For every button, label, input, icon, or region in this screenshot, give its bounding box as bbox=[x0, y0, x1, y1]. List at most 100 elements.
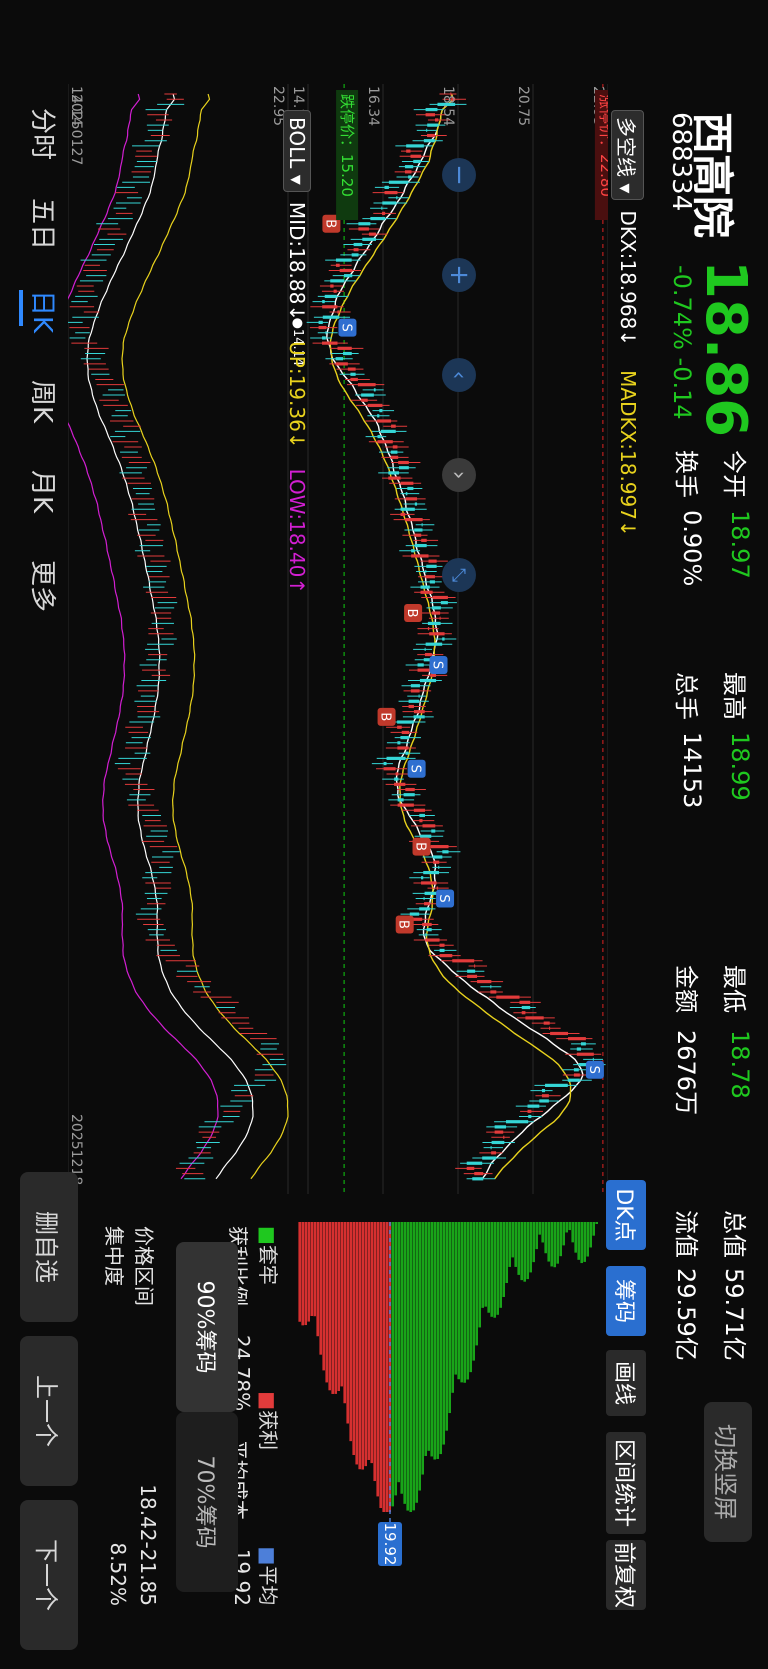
chip-bar-profit bbox=[304, 1222, 307, 1326]
tab-5day[interactable]: 五日 bbox=[26, 198, 63, 250]
tab-range-stats[interactable]: 区间统计 bbox=[606, 1432, 646, 1534]
indicator-selector[interactable]: 多空线 ▾ bbox=[611, 110, 645, 201]
price-tick-label: 16.34 bbox=[365, 86, 381, 126]
chip-bar-trapped bbox=[571, 1222, 574, 1243]
candle-body bbox=[576, 1052, 594, 1056]
collapse-icon: ⤡ bbox=[448, 567, 470, 583]
tab-chips[interactable]: 筹码 bbox=[606, 1266, 646, 1336]
candle-body bbox=[383, 767, 396, 771]
next-button[interactable]: 下一个 bbox=[20, 1500, 78, 1650]
candle-body bbox=[318, 325, 327, 330]
tab-more[interactable]: 更多 bbox=[26, 560, 63, 612]
candle-body bbox=[490, 1146, 492, 1150]
remove-watchlist-button[interactable]: 删自选 bbox=[20, 1172, 78, 1322]
tab-90-chips[interactable]: 90%筹码 bbox=[176, 1242, 238, 1412]
candle-body bbox=[347, 367, 356, 371]
chip-bar-trapped bbox=[484, 1222, 487, 1307]
candle-body bbox=[337, 346, 352, 350]
active-tab-indicator bbox=[19, 290, 23, 326]
zoom-out-button[interactable]: − bbox=[442, 158, 476, 192]
candle-body bbox=[423, 870, 440, 875]
candle-body bbox=[419, 819, 423, 823]
candle-body bbox=[410, 684, 420, 688]
boll-mid: MID:18.88↓ bbox=[285, 201, 309, 322]
candle-body bbox=[434, 118, 439, 122]
chip-bar-trapped bbox=[505, 1222, 508, 1284]
candle-body bbox=[425, 113, 435, 117]
chip-bar-profit bbox=[367, 1222, 370, 1460]
candle-body bbox=[405, 787, 415, 792]
candle-body bbox=[400, 512, 406, 517]
candle-body bbox=[528, 1114, 532, 1119]
tab-day-k[interactable]: 日K bbox=[26, 290, 63, 333]
minus-icon: − bbox=[444, 164, 474, 186]
candle-body bbox=[386, 756, 406, 760]
chip-bar-trapped bbox=[520, 1222, 523, 1281]
candle-body bbox=[474, 964, 476, 968]
candle-body bbox=[403, 793, 415, 797]
chip-bar-profit bbox=[343, 1222, 346, 1404]
chip-bar-trapped bbox=[550, 1222, 553, 1267]
candle-body bbox=[398, 460, 409, 465]
chip-bar-trapped bbox=[532, 1222, 535, 1263]
chip-bar-profit bbox=[337, 1222, 340, 1392]
candle-body bbox=[379, 409, 383, 413]
chip-bar-trapped bbox=[403, 1222, 406, 1504]
chip-bar-trapped bbox=[487, 1222, 490, 1313]
candle-body bbox=[425, 938, 440, 942]
chip-bar-profit bbox=[370, 1222, 373, 1464]
tab-drawline[interactable]: 画线 bbox=[606, 1350, 646, 1416]
scroll-left-button[interactable]: ‹ bbox=[442, 358, 476, 392]
previous-button[interactable]: 上一个 bbox=[20, 1336, 78, 1486]
chip-bar-profit bbox=[334, 1222, 337, 1394]
switch-portrait-button[interactable]: 切换竖屏 bbox=[704, 1402, 752, 1542]
candle-body bbox=[427, 621, 441, 626]
boll-up-line bbox=[121, 93, 289, 1180]
candle-body bbox=[421, 881, 437, 885]
chip-bar-trapped bbox=[529, 1222, 532, 1273]
tab-adjust[interactable]: 前复权 bbox=[606, 1540, 646, 1610]
tab-dk[interactable]: DK点 bbox=[606, 1180, 646, 1250]
candle-body bbox=[576, 1047, 581, 1051]
boll-selector[interactable]: BOLL ▾ bbox=[283, 110, 311, 192]
tab-month-k[interactable]: 月K bbox=[26, 470, 63, 513]
candle-body bbox=[420, 585, 430, 589]
fullscreen-button[interactable]: ⤡ bbox=[442, 558, 476, 592]
legend-avg: 平均 bbox=[256, 1565, 280, 1606]
candle-body bbox=[568, 1037, 586, 1041]
candle-body bbox=[322, 305, 338, 309]
candle-body bbox=[420, 834, 432, 838]
chip-bar-trapped bbox=[466, 1222, 469, 1380]
value-turnover: 0.90% bbox=[678, 510, 706, 587]
chip-bar-trapped bbox=[421, 1222, 424, 1475]
boll-low: LOW:18.40↑ bbox=[285, 468, 309, 595]
value-market-cap: 59.71亿 bbox=[720, 1268, 748, 1361]
value-open: 18.97 bbox=[726, 510, 754, 579]
candle-body bbox=[433, 860, 440, 864]
chip-bar-trapped bbox=[469, 1222, 472, 1373]
chip-bar-profit bbox=[325, 1222, 328, 1383]
candle-body bbox=[413, 808, 425, 812]
candle-body bbox=[392, 445, 398, 449]
zoom-in-button[interactable]: + bbox=[442, 258, 476, 292]
chip-bar-trapped bbox=[574, 1222, 577, 1253]
change-percent: -0.74% bbox=[668, 265, 696, 350]
legend-profit-square: ■ bbox=[256, 1391, 280, 1411]
chip-bar-trapped bbox=[478, 1222, 481, 1328]
tab-70-chips[interactable]: 70%筹码 bbox=[176, 1412, 238, 1592]
candle-body bbox=[439, 616, 441, 620]
chip-bar-profit bbox=[298, 1222, 301, 1322]
scroll-right-button[interactable]: › bbox=[442, 458, 476, 492]
label-volume: 总手 bbox=[672, 672, 700, 720]
candle-body bbox=[373, 388, 376, 392]
tab-intraday[interactable]: 分时 bbox=[26, 108, 63, 160]
candle-body bbox=[541, 1094, 549, 1098]
candle-body bbox=[404, 170, 412, 174]
candle-body bbox=[543, 1021, 550, 1025]
candle-body bbox=[414, 543, 427, 548]
chip-bar-trapped bbox=[568, 1222, 571, 1231]
kline-chart[interactable]: BSBSBSBSBS22.95→●14.14 22.9520.7518.5416… bbox=[68, 84, 608, 1194]
candle-body bbox=[474, 1172, 484, 1176]
tab-week-k[interactable]: 周K bbox=[26, 380, 63, 423]
candle-body bbox=[425, 642, 443, 646]
